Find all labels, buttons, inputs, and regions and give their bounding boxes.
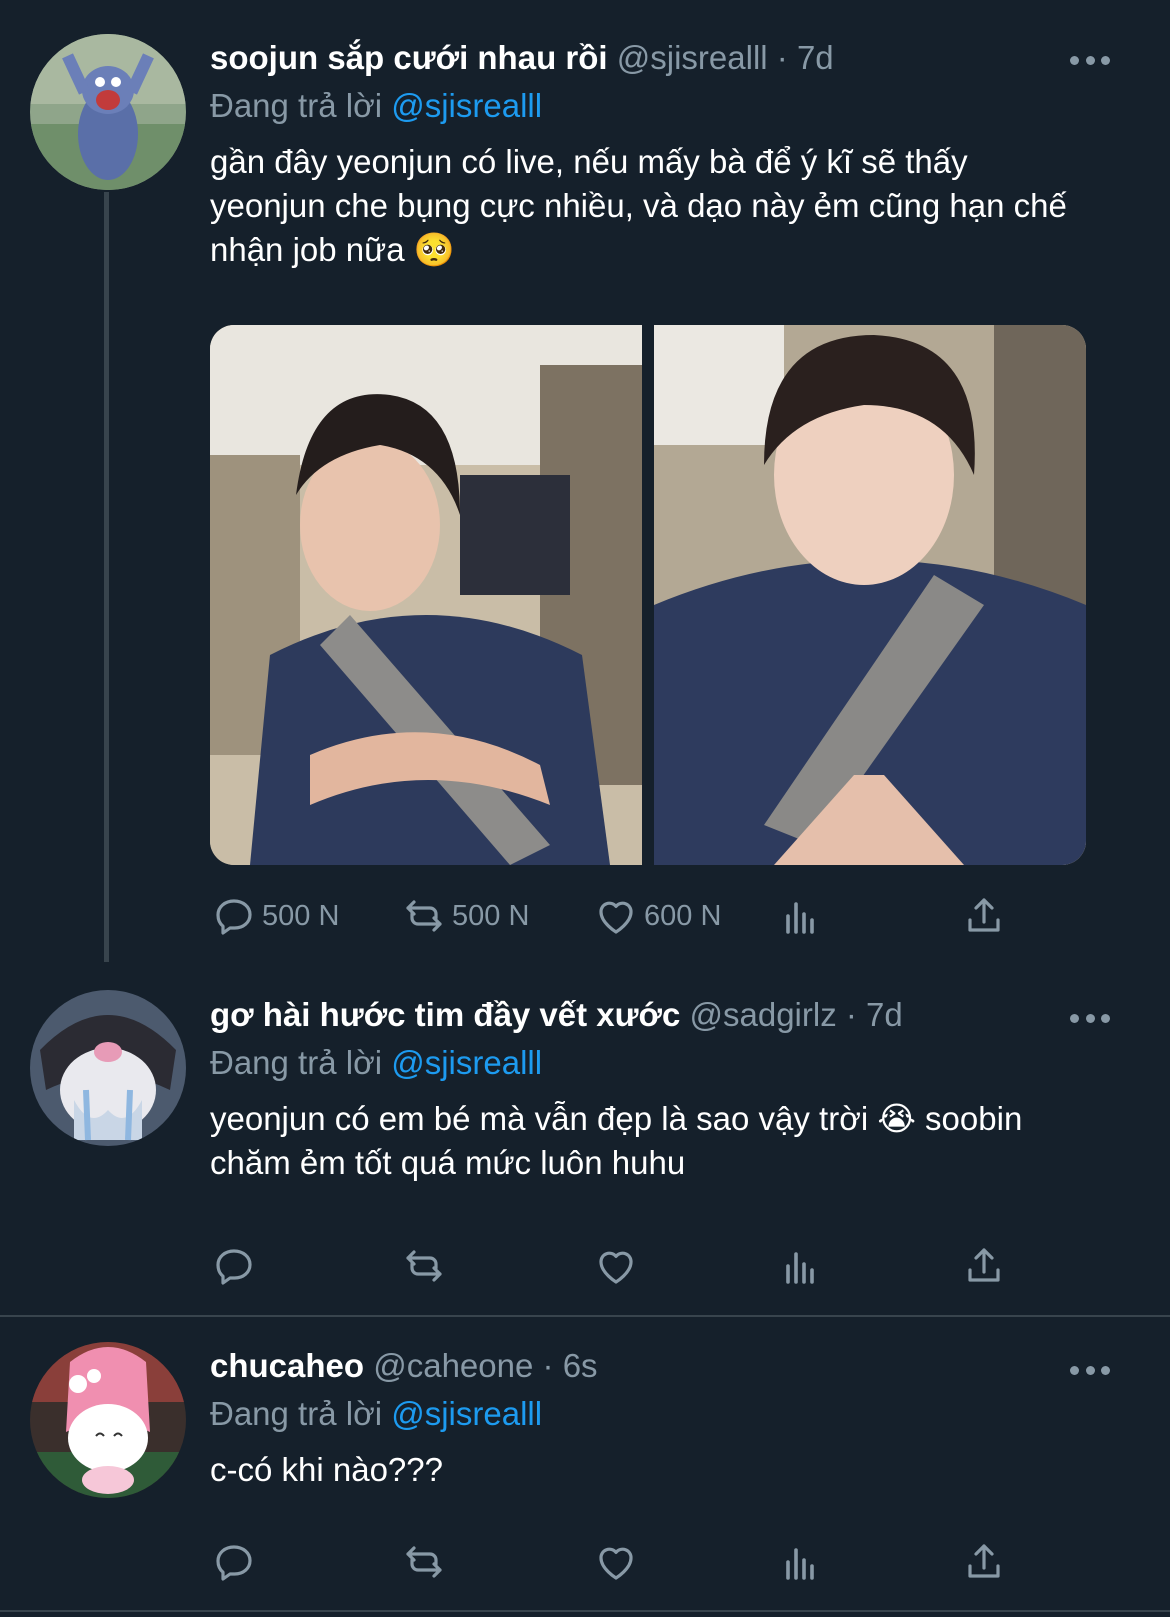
reply-context: Đang trả lời @sjisrealll [210,1043,1110,1083]
like-count: 600 N [644,899,722,932]
tweet-content: soojun sắp cưới nhau rồi @sjisrealll · 7… [210,38,1110,272]
tweet-header: gơ hài hước tim đầy vết xước @sadgirlz ·… [210,995,1110,1035]
like-icon [599,1251,633,1284]
analytics-icon [786,1548,814,1580]
display-name[interactable]: gơ hài hước tim đầy vết xước [210,996,680,1033]
reply-button[interactable] [210,1238,258,1294]
separator: · [776,39,788,76]
photo-2[interactable] [654,325,1086,865]
retweet-icon [406,1250,442,1282]
avatar[interactable] [30,990,186,1146]
analytics-button[interactable] [776,1238,824,1294]
share-button[interactable] [960,1534,1008,1590]
reply-icon [216,1249,252,1285]
separator: · [845,996,857,1033]
reply-prefix: Đang trả lời [210,1044,383,1081]
retweet-button[interactable] [400,1238,448,1294]
analytics-button[interactable] [776,888,824,944]
tweet-content: gơ hài hước tim đầy vết xước @sadgirlz ·… [210,995,1110,1185]
reply-icon [216,899,252,935]
share-button[interactable] [960,1238,1008,1294]
share-icon [968,1248,1000,1282]
handle[interactable]: @sjisrealll [617,39,768,76]
like-button[interactable]: 600 N [592,888,721,944]
retweet-icon [406,1546,442,1578]
more-icon[interactable] [1070,1012,1110,1024]
reply-to-link[interactable]: @sjisrealll [391,1044,542,1081]
share-icon [968,1544,1000,1578]
separator: · [542,1347,554,1384]
like-button[interactable] [592,1238,640,1294]
timestamp[interactable]: 6s [563,1347,598,1384]
analytics-button[interactable] [776,1534,824,1590]
timestamp[interactable]: 7d [866,996,903,1033]
thread-line [104,192,109,962]
reply-prefix: Đang trả lời [210,87,383,124]
retweet-count: 500 N [452,899,530,932]
avatar[interactable] [30,1342,186,1498]
divider [0,1315,1170,1317]
reply-icon [216,1545,252,1581]
divider [0,1610,1170,1612]
tweet-actions [210,1534,1070,1590]
reply-context: Đang trả lời @sjisrealll [210,86,1110,126]
reply-button[interactable]: 500 N [210,888,339,944]
reply-to-link[interactable]: @sjisrealll [391,87,542,124]
reply-count: 500 N [262,899,340,932]
share-button[interactable] [960,888,1008,944]
tweet-text: gần đây yeonjun có live, nếu mấy bà để ý… [210,143,1067,268]
handle[interactable]: @sadgirlz [689,996,836,1033]
reply-button[interactable] [210,1534,258,1590]
like-icon [599,901,633,934]
share-icon [968,898,1000,932]
retweet-icon [406,900,442,932]
like-button[interactable] [592,1534,640,1590]
tweet-text: yeonjun có em bé mà vẫn đẹp là sao vậy t… [210,1100,1023,1181]
timestamp[interactable]: 7d [797,39,834,76]
handle[interactable]: @caheone [373,1347,533,1384]
display-name[interactable]: chucaheo [210,1347,364,1384]
more-icon[interactable] [1070,54,1110,66]
tweet-content: chucaheo @caheone · 6s Đang trả lời @sji… [210,1346,1110,1492]
tweet-media[interactable] [210,325,1086,865]
like-icon [599,1547,633,1580]
retweet-button[interactable] [400,1534,448,1590]
display-name[interactable]: soojun sắp cưới nhau rồi [210,39,608,76]
retweet-button[interactable]: 500 N [400,888,529,944]
photo-1[interactable] [210,325,642,865]
reply-to-link[interactable]: @sjisrealll [391,1395,542,1432]
tweet-header: chucaheo @caheone · 6s [210,1346,1110,1386]
more-icon[interactable] [1070,1364,1110,1376]
tweet-actions: 500 N 500 N 600 N [210,888,1070,944]
reply-context: Đang trả lời @sjisrealll [210,1394,1110,1434]
tweet-actions [210,1238,1070,1294]
analytics-icon [786,1252,814,1284]
reply-prefix: Đang trả lời [210,1395,383,1432]
tweet-text: c-có khi nào??? [210,1451,443,1488]
analytics-icon [786,902,814,934]
tweet-1[interactable]: soojun sắp cưới nhau rồi @sjisrealll · 7… [0,0,1170,962]
avatar[interactable] [30,34,186,190]
tweet-header: soojun sắp cưới nhau rồi @sjisrealll · 7… [210,38,1110,78]
